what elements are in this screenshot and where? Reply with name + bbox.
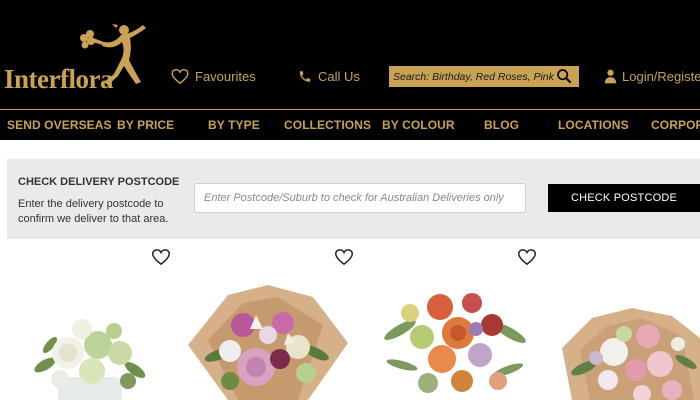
phone-icon — [299, 71, 311, 82]
favourite-heart-icon[interactable] — [152, 249, 170, 265]
nav-item-by-price[interactable]: BY PRICE — [117, 118, 174, 132]
heart-outline-icon — [171, 69, 189, 84]
call-us-link[interactable]: Call Us — [298, 69, 360, 84]
favourite-heart-icon[interactable] — [518, 249, 536, 265]
postcode-check-panel: CHECK DELIVERY POSTCODE Enter the delive… — [7, 159, 700, 239]
favourites-link[interactable]: Favourites — [171, 69, 256, 84]
product-image-pastel-rose-bouquet[interactable] — [562, 308, 700, 400]
postcode-description: Enter the delivery postcode to confirm w… — [18, 198, 169, 225]
nav-item-locations[interactable]: LOCATIONS — [558, 118, 629, 132]
nav-item-by-colour[interactable]: BY COLOUR — [382, 118, 455, 132]
interflora-logo[interactable]: Interflora — [4, 20, 164, 94]
nav-item-corporate[interactable]: CORPORATE — [651, 118, 700, 132]
postcode-title: CHECK DELIVERY POSTCODE — [18, 176, 180, 188]
product-image-native-bouquet[interactable] — [380, 285, 530, 400]
product-image-pink-bouquet[interactable] — [188, 285, 348, 400]
brand-name: Interflora — [4, 64, 113, 94]
site-header: Interflora Favourites Call Us Login/Regi… — [0, 0, 700, 140]
favourites-label: Favourites — [195, 69, 256, 84]
user-icon — [604, 69, 617, 84]
nav-item-send-overseas[interactable]: SEND OVERSEAS — [7, 118, 112, 132]
search-bar — [389, 66, 579, 87]
nav-item-collections[interactable]: COLLECTIONS — [284, 118, 371, 132]
nav-item-by-type[interactable]: BY TYPE — [208, 118, 260, 132]
postcode-input[interactable] — [194, 183, 526, 213]
search-icon[interactable] — [556, 68, 572, 84]
call-us-label: Call Us — [318, 69, 360, 84]
search-input[interactable] — [393, 68, 557, 85]
login-register-link[interactable]: Login/Register — [604, 69, 700, 84]
product-image-white-green-vase[interactable] — [30, 315, 150, 400]
login-register-label: Login/Register — [622, 69, 700, 84]
favourite-heart-icon[interactable] — [335, 249, 353, 265]
main-nav: SEND OVERSEAS BY PRICE BY TYPE COLLECTIO… — [0, 110, 700, 140]
nav-item-blog[interactable]: BLOG — [484, 118, 519, 132]
check-postcode-button[interactable]: CHECK POSTCODE — [548, 184, 700, 212]
